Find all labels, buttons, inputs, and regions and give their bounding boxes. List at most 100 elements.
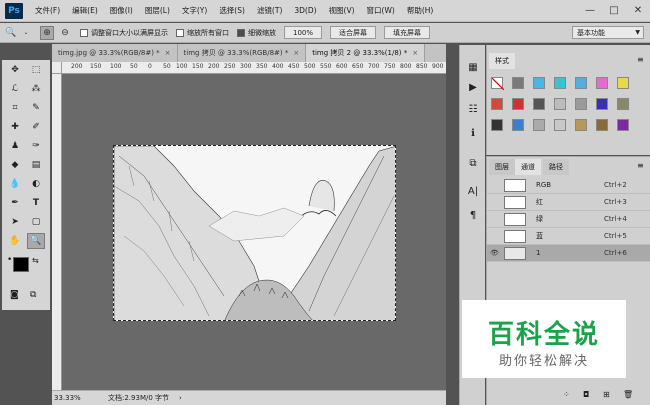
scrubby-zoom-checkbox[interactable] bbox=[237, 28, 245, 37]
style-swatch[interactable] bbox=[554, 77, 566, 89]
restore-button[interactable]: □ bbox=[602, 0, 626, 20]
menu-filter[interactable]: 滤镜(T) bbox=[251, 5, 288, 16]
menu-image[interactable]: 图像(I) bbox=[104, 5, 139, 16]
close-tab-icon[interactable]: × bbox=[412, 49, 418, 57]
menu-window[interactable]: 窗口(W) bbox=[361, 5, 401, 16]
healing-brush-tool-icon[interactable]: ✚ bbox=[6, 119, 24, 135]
style-swatch[interactable] bbox=[596, 77, 608, 89]
style-swatch[interactable] bbox=[554, 119, 566, 131]
menu-layer[interactable]: 图层(L) bbox=[139, 5, 176, 16]
document-tab[interactable]: timg.jpg @ 33.3%(RGB/8#) * × bbox=[52, 44, 178, 62]
style-swatch-none[interactable] bbox=[491, 77, 505, 91]
panel-menu-icon[interactable]: ≡ bbox=[637, 161, 644, 170]
style-swatch[interactable] bbox=[554, 98, 566, 110]
properties-panel-icon[interactable]: ☷ bbox=[464, 101, 482, 117]
minimize-button[interactable]: — bbox=[578, 0, 602, 20]
history-panel-icon[interactable]: ▦ bbox=[464, 59, 482, 75]
style-swatch[interactable] bbox=[512, 98, 524, 110]
channel-row[interactable]: 蓝 Ctrl+5 bbox=[487, 228, 650, 245]
channel-row[interactable]: RGB Ctrl+2 bbox=[487, 177, 650, 194]
style-swatch[interactable] bbox=[575, 119, 587, 131]
menu-help[interactable]: 帮助(H) bbox=[401, 5, 440, 16]
blur-tool-icon[interactable]: 💧 bbox=[6, 176, 24, 192]
status-menu-arrow-icon[interactable]: › bbox=[179, 394, 182, 402]
swap-colors-icon[interactable]: ⇆ bbox=[32, 256, 39, 265]
save-selection-icon[interactable]: ◘ bbox=[583, 390, 589, 399]
document-image[interactable] bbox=[113, 145, 396, 321]
style-swatch[interactable] bbox=[533, 98, 545, 110]
style-swatch[interactable] bbox=[596, 119, 608, 131]
tab-channels[interactable]: 通道 bbox=[515, 159, 541, 175]
path-selection-tool-icon[interactable]: ➤ bbox=[6, 214, 24, 230]
style-swatch[interactable] bbox=[533, 77, 545, 89]
brush-panel-icon[interactable]: ⧉ bbox=[464, 155, 482, 171]
zoom-level-value[interactable]: 33.33% bbox=[54, 394, 106, 402]
load-selection-icon[interactable]: ⁘ bbox=[563, 390, 570, 399]
style-swatch[interactable] bbox=[491, 119, 503, 131]
magic-wand-tool-icon[interactable]: ⁂ bbox=[27, 81, 45, 97]
close-tab-icon[interactable]: × bbox=[165, 49, 171, 57]
document-tab[interactable]: timg 拷贝 @ 33.3%(RGB/8#) * × bbox=[178, 44, 307, 62]
style-swatch[interactable] bbox=[617, 98, 629, 110]
menu-type[interactable]: 文字(Y) bbox=[176, 5, 213, 16]
style-swatch[interactable] bbox=[533, 119, 545, 131]
zoom-in-icon[interactable]: ⊕ bbox=[40, 25, 54, 40]
channel-row[interactable]: 红 Ctrl+3 bbox=[487, 194, 650, 211]
style-swatch[interactable] bbox=[617, 119, 629, 131]
chevron-down-icon[interactable]: ⌄ bbox=[22, 26, 30, 40]
style-swatch[interactable] bbox=[596, 98, 608, 110]
zoom-all-checkbox[interactable] bbox=[176, 28, 184, 37]
screen-mode-icon[interactable]: ⧉ bbox=[30, 290, 36, 300]
resize-windows-checkbox[interactable] bbox=[80, 28, 88, 37]
eyedropper-tool-icon[interactable]: ✎ bbox=[27, 100, 45, 116]
workspace-select[interactable]: 基本功能 ▼ bbox=[572, 26, 644, 39]
zoom-100-button[interactable]: 100% bbox=[284, 26, 323, 39]
tab-layers[interactable]: 图层 bbox=[489, 159, 515, 175]
tab-paths[interactable]: 路径 bbox=[543, 159, 569, 175]
menu-select[interactable]: 选择(S) bbox=[213, 5, 251, 16]
actions-panel-icon[interactable]: ▶ bbox=[464, 79, 482, 95]
style-swatch[interactable] bbox=[617, 77, 629, 89]
fill-screen-button[interactable]: 填充屏幕 bbox=[384, 26, 431, 39]
channel-row[interactable]: 绿 Ctrl+4 bbox=[487, 211, 650, 228]
eye-icon[interactable]: 👁 bbox=[490, 249, 502, 257]
menu-view[interactable]: 视图(V) bbox=[323, 5, 361, 16]
crop-tool-icon[interactable]: ⌗ bbox=[6, 100, 24, 116]
delete-channel-icon[interactable]: 🗑 bbox=[623, 390, 633, 399]
menu-3d[interactable]: 3D(D) bbox=[288, 6, 322, 15]
style-swatch[interactable] bbox=[512, 77, 524, 89]
document-tab-active[interactable]: timg 拷贝 2 @ 33.3%(1/8) * × bbox=[306, 44, 426, 62]
dodge-tool-icon[interactable]: ◐ bbox=[27, 176, 45, 192]
hand-tool-icon[interactable]: ✋ bbox=[6, 233, 24, 249]
channel-row-selected[interactable]: 👁 1 Ctrl+6 bbox=[487, 245, 650, 262]
menu-file[interactable]: 文件(F) bbox=[29, 5, 66, 16]
lasso-tool-icon[interactable]: ℒ bbox=[6, 81, 24, 97]
menu-edit[interactable]: 编辑(E) bbox=[66, 5, 104, 16]
paragraph-panel-icon[interactable]: ¶ bbox=[464, 207, 482, 223]
style-swatch[interactable] bbox=[491, 98, 503, 110]
fit-screen-button[interactable]: 适合屏幕 bbox=[330, 26, 377, 39]
zoom-out-icon[interactable]: ⊖ bbox=[58, 26, 72, 40]
clone-stamp-tool-icon[interactable]: ♟ bbox=[6, 138, 24, 154]
gradient-tool-icon[interactable]: ▤ bbox=[27, 157, 45, 173]
style-swatch[interactable] bbox=[575, 77, 587, 89]
style-swatch[interactable] bbox=[512, 119, 524, 131]
tab-styles[interactable]: 样式 bbox=[489, 53, 515, 69]
zoom-tool-icon[interactable]: 🔍 bbox=[27, 233, 45, 249]
character-panel-icon[interactable]: A| bbox=[464, 183, 482, 199]
new-channel-icon[interactable]: ⊞ bbox=[603, 390, 610, 399]
style-swatch[interactable] bbox=[575, 98, 587, 110]
type-tool-icon[interactable]: T bbox=[27, 195, 45, 211]
history-brush-tool-icon[interactable]: ✑ bbox=[27, 138, 45, 154]
brush-tool-icon[interactable]: ✐ bbox=[27, 119, 45, 135]
foreground-color-swatch[interactable] bbox=[13, 257, 29, 272]
rectangle-tool-icon[interactable]: ▢ bbox=[27, 214, 45, 230]
info-panel-icon[interactable]: ℹ bbox=[464, 125, 482, 141]
move-tool-icon[interactable]: ✥ bbox=[6, 62, 24, 78]
quick-mask-icon[interactable]: ◙ bbox=[10, 290, 19, 300]
close-button[interactable]: ✕ bbox=[626, 0, 650, 20]
close-tab-icon[interactable]: × bbox=[293, 49, 299, 57]
pen-tool-icon[interactable]: ✒ bbox=[6, 195, 24, 211]
eraser-tool-icon[interactable]: ◆ bbox=[6, 157, 24, 173]
marquee-tool-icon[interactable]: ⬚ bbox=[27, 62, 45, 78]
